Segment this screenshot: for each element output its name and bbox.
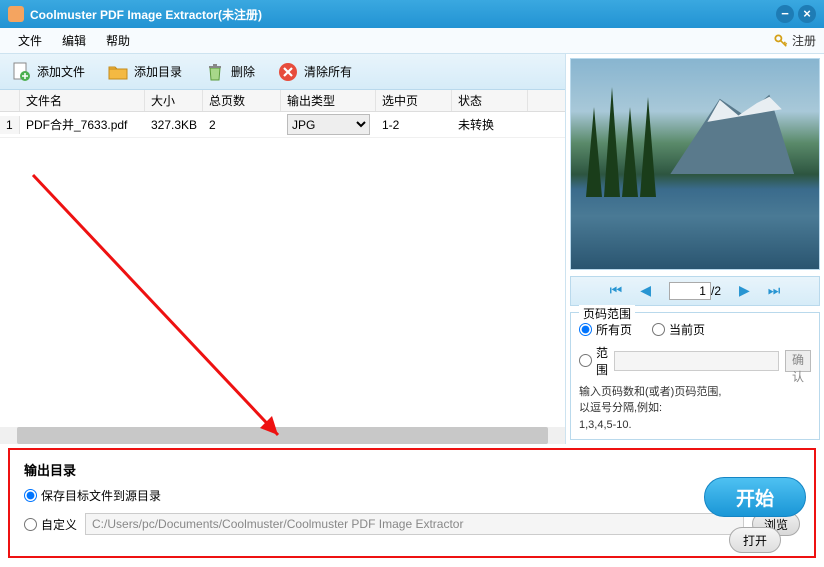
app-icon [8, 6, 24, 22]
col-size[interactable]: 大小 [145, 90, 203, 111]
page-total: /2 [711, 284, 721, 298]
cell-size: 327.3KB [145, 116, 203, 134]
clear-icon [277, 61, 299, 83]
range-legend: 页码范围 [579, 305, 635, 322]
add-file-button[interactable]: 添加文件 [6, 59, 89, 85]
col-status[interactable]: 状态 [452, 90, 528, 111]
menu-file[interactable]: 文件 [8, 28, 52, 53]
first-page-icon[interactable]: ⏮ [610, 282, 623, 299]
radio-custom-path[interactable]: 自定义 [24, 516, 77, 533]
add-folder-icon [107, 61, 129, 83]
file-table: 文件名 大小 总页数 输出类型 选中页 状态 1 PDF合并_7633.pdf … [0, 90, 565, 444]
col-pages[interactable]: 总页数 [203, 90, 281, 111]
output-path-input[interactable] [85, 513, 744, 535]
table-row[interactable]: 1 PDF合并_7633.pdf 327.3KB 2 JPG 1-2 未转换 [0, 112, 565, 138]
output-type-select[interactable]: JPG [287, 114, 370, 135]
radio-range[interactable]: 范围 [579, 344, 608, 378]
row-number: 1 [0, 116, 20, 134]
radio-current-page[interactable]: 当前页 [652, 321, 705, 338]
register-link[interactable]: 注册 [774, 32, 816, 49]
cell-filename: PDF合并_7633.pdf [20, 114, 145, 135]
menu-help[interactable]: 帮助 [96, 28, 140, 53]
col-selected[interactable]: 选中页 [376, 90, 452, 111]
output-title: 输出目录 [24, 460, 800, 479]
preview-image [570, 58, 820, 270]
register-label: 注册 [792, 32, 816, 49]
radio-all-pages[interactable]: 所有页 [579, 321, 632, 338]
menu-edit[interactable]: 编辑 [52, 28, 96, 53]
key-icon [774, 34, 788, 48]
cell-pages: 2 [203, 116, 281, 134]
title-bar: Coolmuster PDF Image Extractor(未注册) − × [0, 0, 824, 28]
last-page-icon[interactable]: ⏭ [768, 282, 781, 299]
close-button[interactable]: × [798, 5, 816, 23]
pager: ⏮ ◀ /2 ▶ ⏭ [570, 276, 820, 306]
cell-status: 未转换 [452, 114, 528, 135]
window-title: Coolmuster PDF Image Extractor(未注册) [30, 6, 262, 23]
cell-type: JPG [281, 112, 376, 137]
add-file-icon [10, 61, 32, 83]
minimize-button[interactable]: − [776, 5, 794, 23]
page-input[interactable] [669, 282, 711, 300]
clear-all-button[interactable]: 清除所有 [273, 59, 356, 85]
prev-page-icon[interactable]: ◀ [640, 282, 651, 299]
toolbar: 添加文件 添加目录 删除 清除所有 [0, 54, 565, 90]
page-range-group: 页码范围 所有页 当前页 范围 确认 输入页码数和(或者)页码范围,以逗号分隔,… [570, 312, 820, 441]
cell-selected: 1-2 [376, 116, 452, 134]
delete-button[interactable]: 删除 [200, 59, 259, 85]
radio-save-source[interactable]: 保存目标文件到源目录 [24, 487, 161, 504]
output-directory-section: 输出目录 保存目标文件到源目录 自定义 浏览 [8, 448, 816, 558]
col-type[interactable]: 输出类型 [281, 90, 376, 111]
range-hint: 输入页码数和(或者)页码范围,以逗号分隔,例如:1,3,4,5-10. [579, 384, 811, 434]
next-page-icon[interactable]: ▶ [739, 282, 750, 299]
confirm-button[interactable]: 确认 [785, 350, 811, 372]
open-button[interactable]: 打开 [729, 527, 781, 553]
add-folder-button[interactable]: 添加目录 [103, 59, 186, 85]
menu-bar: 文件 编辑 帮助 注册 [0, 28, 824, 54]
col-filename[interactable]: 文件名 [20, 90, 145, 111]
row-number-header [0, 90, 20, 111]
start-button[interactable]: 开始 [704, 477, 806, 517]
horizontal-scrollbar[interactable] [0, 427, 565, 444]
range-input[interactable] [614, 351, 779, 371]
trash-icon [204, 61, 226, 83]
